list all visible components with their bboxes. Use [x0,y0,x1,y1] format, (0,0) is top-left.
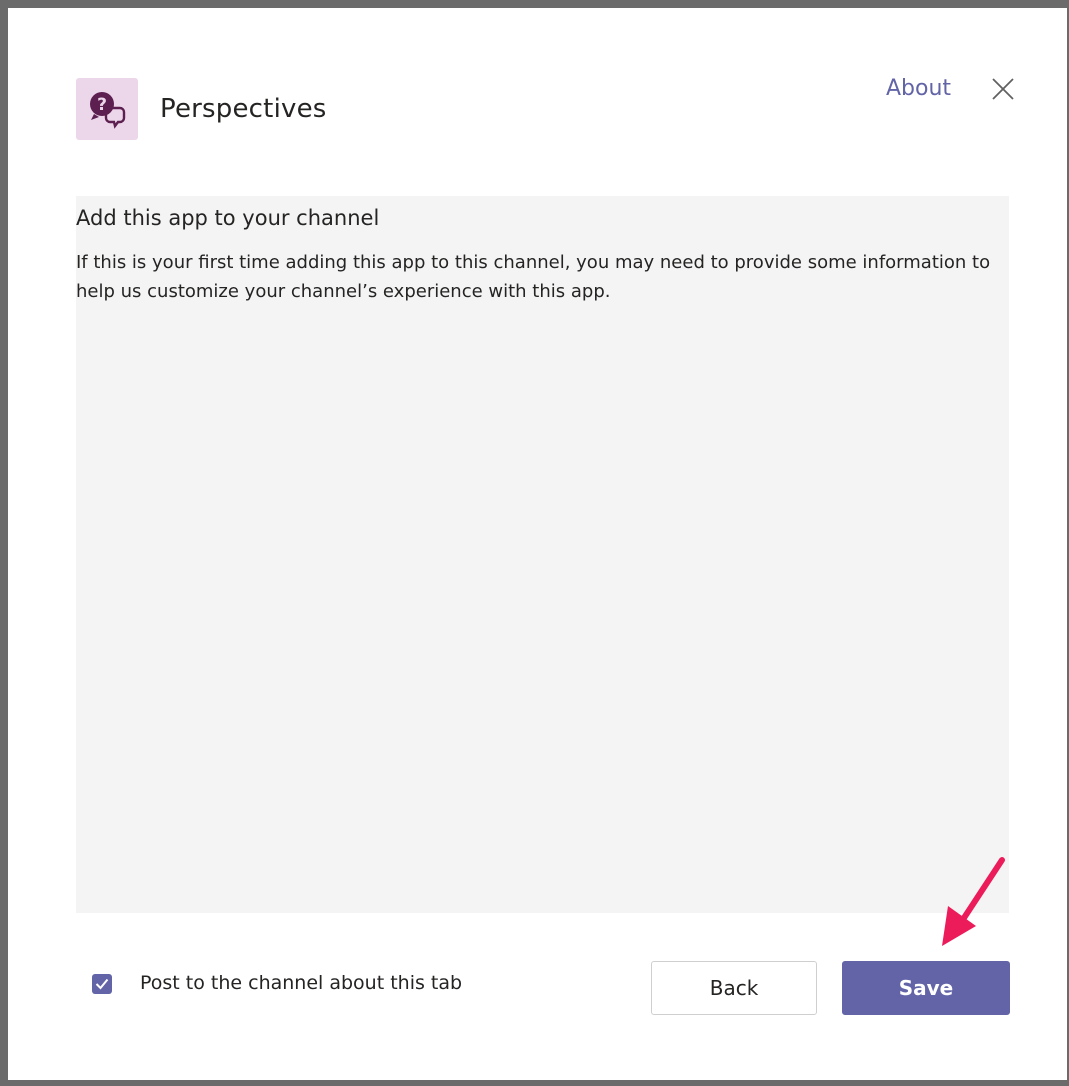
app-icon: ? [76,78,138,140]
save-button[interactable]: Save [842,961,1010,1015]
annotation-arrow-icon [942,857,1005,946]
dialog: ? Perspectives About Add this app to you… [20,22,1055,1071]
close-button[interactable] [990,76,1016,102]
dialog-frame: ? Perspectives About Add this app to you… [8,8,1067,1080]
svg-text:?: ? [97,95,107,115]
checkmark-icon [95,978,109,990]
checkbox-label: Post to the channel about this tab [140,972,463,994]
content-description: If this is your first time adding this a… [76,252,991,302]
content-panel: Add this app to your channel If this is … [76,196,1009,913]
close-icon [992,78,1014,100]
about-link[interactable]: About [886,76,951,101]
app-title: Perspectives [160,94,327,124]
content-heading: Add this app to your channel [76,206,380,230]
post-to-channel-checkbox[interactable] [92,974,112,994]
chat-question-icon: ? [90,92,126,129]
back-button[interactable]: Back [651,961,817,1015]
